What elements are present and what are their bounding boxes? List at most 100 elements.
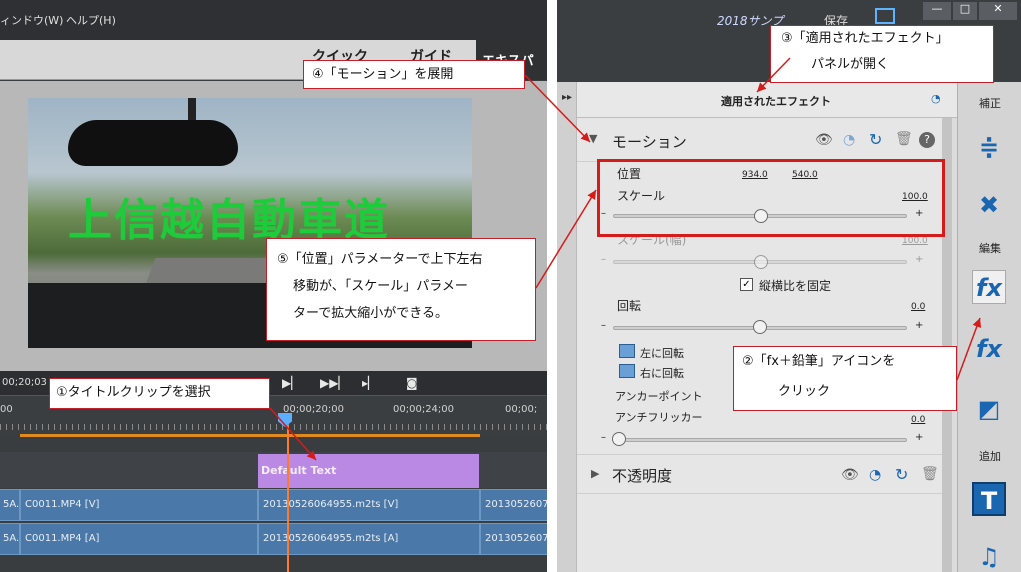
rotation-value[interactable]: 0.0 [911,302,925,312]
maximize-icon[interactable]: □ [953,2,977,20]
callout-4-text: ④「モーション」を展開 [312,67,454,82]
ruler-label: 00;00; [505,404,538,415]
callout-3-text: ③「適用されたエフェクト」 [781,31,949,46]
reset-icon[interactable]: ↻ [869,130,882,149]
aspect-checkbox[interactable]: ✓ [740,278,753,291]
expand-panel-icon[interactable]: ▸▸ [562,92,572,103]
motion-label: モーション [612,133,687,151]
music-icon[interactable]: ♫ [972,540,1006,572]
expand-arrow-icon[interactable]: ▼ [589,132,597,145]
camera-icon[interactable]: ◙ [406,376,418,390]
panel-divider [547,0,557,572]
ruler-label: 00 [0,404,13,415]
applied-effects-title: 適用されたエフェクト [721,95,831,108]
next-edit-icon[interactable]: ▶▶▏ [320,376,348,390]
transition-icon[interactable]: ◩ [972,392,1006,426]
opacity-header[interactable]: ▶ 不透明度 👁 ◔ ↻ 🗑 [577,454,942,494]
antiflicker-label: アンチフリッカー [615,411,703,424]
callout-2: ②「fx＋鉛筆」アイコンを クリック [733,346,957,411]
eye-icon[interactable]: 👁 [815,132,833,148]
fx-effects-icon[interactable]: fx [972,332,1006,366]
highlight-box [597,159,945,237]
adjust-sliders-icon[interactable]: ≑ [972,130,1006,164]
collapsed-strip: ▸▸ [557,82,577,572]
audio-clip[interactable]: 2013052607 [480,523,547,555]
audio-track: 5A. C0011.MP4 [A] 20130526064955.m2ts [A… [0,523,547,555]
callout-2-text: ②「fx＋鉛筆」アイコンを [742,354,896,369]
rotate-right-icon[interactable] [619,364,635,378]
goto-end-icon[interactable]: ▸▏ [362,376,377,390]
rotate-right-label[interactable]: 右に回転 [640,365,684,381]
minus-icon[interactable]: – [601,432,606,443]
video-clip[interactable]: 2013052607 [480,489,547,521]
minus-icon: – [601,254,606,265]
scale-width-value: 100.0 [902,236,928,246]
title-text-icon[interactable]: T [972,482,1006,516]
plus-icon[interactable]: + [915,320,923,331]
video-clip[interactable]: 20130526064955.m2ts [V] [258,489,480,521]
audio-clip[interactable]: C0011.MP4 [A] [20,523,258,555]
work-area-bar[interactable] [20,434,480,437]
antiflicker-slider-knob[interactable] [612,432,626,446]
callout-5-text: ⑤「位置」パラメーターで上下左右 [277,252,483,267]
collapse-arrow-icon[interactable]: ▶ [591,467,599,480]
tools-icon[interactable]: ✖ [972,188,1006,222]
ruler-label: 00;00;20;00 [283,404,345,415]
aspect-label: 縦横比を固定 [759,279,832,293]
sidebar-label-correct: 補正 [979,97,1001,110]
video-clip[interactable]: C0011.MP4 [V] [20,489,258,521]
timecode: 00;20;03 [2,377,47,388]
monitor-icon[interactable] [875,8,895,24]
sidebar-label-edit: 編集 [979,242,1001,255]
video-clip[interactable]: 5A. [0,489,20,521]
close-icon[interactable]: ✕ [979,2,1017,20]
ruler-ticks [0,424,547,430]
callout-1-text: ①タイトルクリップを選択 [56,385,211,400]
callout-5-text: ターで拡大縮小ができる。 [293,306,448,321]
menu-window[interactable]: ィンドウ(W) [0,12,63,28]
timer-icon[interactable]: ◔ [931,92,941,105]
rotate-left-label[interactable]: 左に回転 [640,345,684,361]
antiflicker-value[interactable]: 0.0 [911,415,925,425]
audio-clip[interactable]: 5A. [0,523,20,555]
rotation-label: 回転 [617,299,642,313]
rearview-mirror [68,120,238,166]
anchor-point-label: アンカーポイント [615,390,703,403]
eye-icon[interactable]: 👁 [841,467,859,483]
reset-icon[interactable]: ↻ [895,465,908,484]
menu-help[interactable]: ヘルプ(H) [66,12,116,28]
motion-header[interactable]: ▼ モーション 👁 ◔ ↻ 🗑 ? [577,118,942,162]
rotate-left-icon[interactable] [619,344,635,358]
rotation-slider-knob[interactable] [753,320,767,334]
step-forward-icon[interactable]: ▶▏ [282,376,300,390]
audio-clip[interactable]: 20130526064955.m2ts [A] [258,523,480,555]
fx-pencil-icon[interactable]: fx [972,270,1006,304]
help-icon[interactable]: ? [919,132,935,148]
scale-width-knob [754,255,768,269]
video-track: 5A. C0011.MP4 [V] 20130526064955.m2ts [V… [0,489,547,521]
plus-icon: + [915,254,924,265]
mirror-stem [188,98,196,122]
callout-5-text: 移動が、「スケール」パラメー [293,279,468,294]
trash-icon[interactable]: 🗑 [921,466,939,482]
plus-icon[interactable]: + [915,432,923,443]
minus-icon[interactable]: – [601,320,606,331]
stopwatch-icon[interactable]: ◔ [843,132,855,148]
callout-5: ⑤「位置」パラメーターで上下左右 移動が、「スケール」パラメー ターで拡大縮小が… [266,238,536,341]
trash-icon[interactable]: 🗑 [895,131,913,147]
stopwatch-icon[interactable]: ◔ [869,467,881,483]
opacity-label: 不透明度 [612,467,673,485]
callout-3: ③「適用されたエフェクト」 パネルが開く [770,25,994,83]
antiflicker-slider[interactable] [613,438,907,442]
callout-3-text: パネルが開く [811,57,890,72]
callout-1: ①タイトルクリップを選択 [49,378,270,409]
premiere-right-window: 2018サンプ 保存 — □ ✕ ▸▸ 適用されたエフェクト ◔ ▼ モーション… [557,0,1021,572]
ruler-label: 00;00;24;00 [393,404,455,415]
sidebar-label-add: 追加 [979,450,1001,463]
applied-effects-header: 適用されたエフェクト ◔ [577,82,962,118]
screenshot-root: ィンドウ(W) ヘルプ(H) クイック ガイド エキスパー 上信越自動車道 00… [0,0,1021,572]
title-clip[interactable]: Default Text [258,454,479,488]
effects-empty-area [577,494,942,572]
minimize-icon[interactable]: — [923,2,951,20]
menu-bar: ィンドウ(W) ヘルプ(H) [0,0,547,40]
